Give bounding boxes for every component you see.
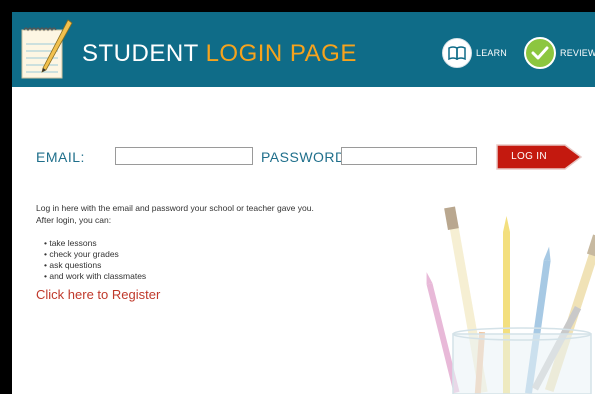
nav-review[interactable]: REVIEW — [524, 37, 595, 69]
login-button[interactable]: LOG IN — [493, 142, 583, 172]
email-field[interactable] — [115, 147, 253, 165]
nav-learn-label: LEARN — [476, 48, 508, 58]
list-item: • take lessons — [44, 238, 97, 248]
password-label: PASSWORD — [261, 149, 346, 165]
register-link[interactable]: Click here to Register — [36, 287, 160, 302]
intro-line-2: After login, you can: — [36, 215, 112, 225]
intro-text: Log in here with the email and password … — [36, 202, 314, 226]
email-label: EMAIL: — [36, 149, 85, 165]
page-title-login: LOGIN PAGE — [205, 40, 357, 67]
notepad-pencil-icon — [21, 19, 73, 79]
pencils-cup-illustration — [426, 206, 595, 394]
checkmark-icon — [524, 37, 556, 69]
intro-line-1: Log in here with the email and password … — [36, 203, 314, 213]
list-item: • and work with classmates — [44, 271, 147, 281]
page-title: STUDENT LOGIN PAGE — [82, 40, 357, 68]
list-item: • check your grades — [44, 249, 119, 259]
open-book-icon — [442, 38, 472, 68]
login-button-label: LOG IN — [511, 151, 547, 162]
page-frame: STUDENT LOGIN PAGE LEARN REVIEW EMAIL: P… — [12, 12, 595, 394]
list-item: • ask questions — [44, 260, 102, 270]
password-field[interactable] — [341, 147, 477, 165]
nav-review-label: REVIEW — [560, 48, 595, 58]
header-bar: STUDENT LOGIN PAGE LEARN REVIEW — [12, 12, 595, 87]
page-title-student: STUDENT — [82, 40, 199, 67]
nav-learn[interactable]: LEARN — [442, 37, 507, 69]
feature-list: • take lessons • check your grades • ask… — [44, 238, 146, 282]
